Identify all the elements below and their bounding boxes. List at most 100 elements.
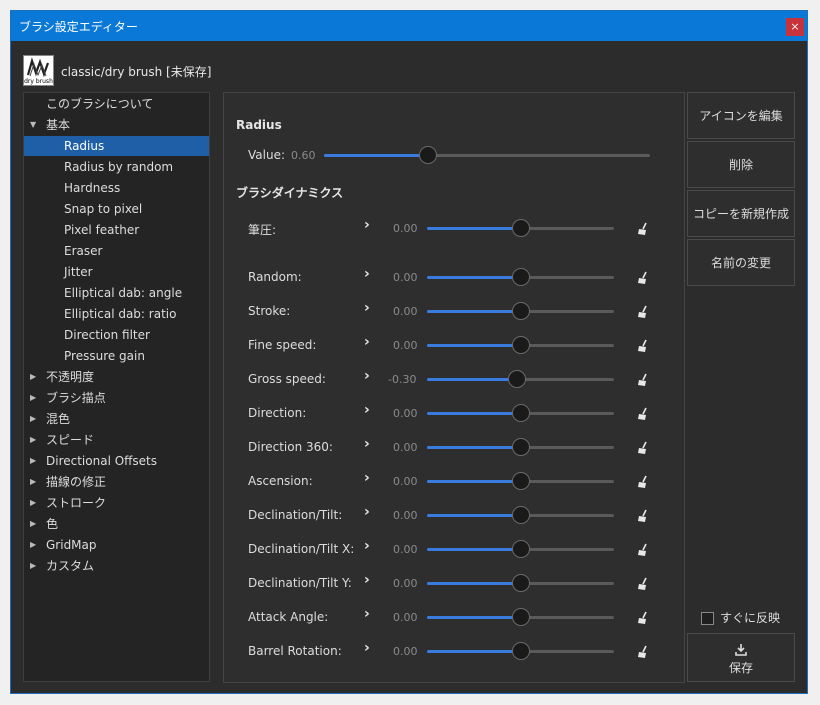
expanded-arrow-icon[interactable]: ▼ xyxy=(30,115,36,135)
dynamics-slider[interactable] xyxy=(427,608,614,626)
dynamics-slider-knob[interactable] xyxy=(512,302,530,320)
tree-item[interactable]: ▶ ストローク xyxy=(24,493,209,513)
radius-section-title: Radius xyxy=(236,118,282,132)
reset-broom-icon[interactable] xyxy=(636,407,650,421)
dynamics-slider-knob[interactable] xyxy=(512,540,530,558)
dynamics-value-text: 0.00 xyxy=(393,543,418,556)
reset-broom-icon[interactable] xyxy=(636,441,650,455)
collapsed-arrow-icon[interactable]: ▶ xyxy=(30,535,36,555)
dynamics-slider-knob[interactable] xyxy=(512,472,530,490)
tree-item[interactable]: Hardness xyxy=(24,178,209,198)
tree-item[interactable]: ▶ GridMap xyxy=(24,535,209,555)
tree-item[interactable]: ▶ ブラシ描点 xyxy=(24,388,209,408)
dynamics-slider[interactable] xyxy=(427,642,614,660)
expand-curve-chevron-icon[interactable]: › xyxy=(364,368,370,384)
tree-item[interactable]: ▶ 不透明度 xyxy=(24,367,209,387)
expand-curve-chevron-icon[interactable]: › xyxy=(364,300,370,316)
tree-item[interactable]: Direction filter xyxy=(24,325,209,345)
instant-apply-box[interactable] xyxy=(701,612,714,625)
radius-slider-knob[interactable] xyxy=(419,146,437,164)
dynamics-slider-knob[interactable] xyxy=(512,404,530,422)
instant-apply-checkbox[interactable]: すぐに反映 xyxy=(701,609,780,626)
tree-item[interactable]: Radius xyxy=(24,136,209,156)
dynamics-slider-knob[interactable] xyxy=(512,642,530,660)
dynamics-slider-knob[interactable] xyxy=(512,574,530,592)
collapsed-arrow-icon[interactable]: ▶ xyxy=(30,472,36,492)
save-button[interactable]: 保存 xyxy=(687,633,795,682)
dynamics-slider-knob[interactable] xyxy=(508,370,526,388)
tree-item[interactable]: ▶ Directional Offsets xyxy=(24,451,209,471)
dynamics-slider[interactable] xyxy=(427,302,614,320)
tree-item[interactable]: Radius by random xyxy=(24,157,209,177)
dynamics-slider[interactable] xyxy=(427,219,614,237)
dynamics-slider-knob[interactable] xyxy=(512,438,530,456)
tree-item[interactable]: Eraser xyxy=(24,241,209,261)
tree-item[interactable]: ▶ 混色 xyxy=(24,409,209,429)
dynamics-slider-knob[interactable] xyxy=(512,219,530,237)
expand-curve-chevron-icon[interactable]: › xyxy=(364,572,370,588)
tree-item[interactable]: ▼ 基本 xyxy=(24,115,209,135)
radius-value-slider[interactable] xyxy=(324,146,650,164)
collapsed-arrow-icon[interactable]: ▶ xyxy=(30,367,36,387)
reset-broom-icon[interactable] xyxy=(636,271,650,285)
dynamics-slider-knob[interactable] xyxy=(512,268,530,286)
edit-icon-button[interactable]: アイコンを編集 xyxy=(687,92,795,139)
tree-item[interactable]: Elliptical dab: ratio xyxy=(24,304,209,324)
expand-curve-chevron-icon[interactable]: › xyxy=(364,334,370,350)
expand-curve-chevron-icon[interactable]: › xyxy=(364,402,370,418)
collapsed-arrow-icon[interactable]: ▶ xyxy=(30,451,36,471)
expand-curve-chevron-icon[interactable]: › xyxy=(364,470,370,486)
collapsed-arrow-icon[interactable]: ▶ xyxy=(30,388,36,408)
dynamics-slider[interactable] xyxy=(427,472,614,490)
reset-broom-icon[interactable] xyxy=(636,645,650,659)
tree-item[interactable]: ▶ 描線の修正 xyxy=(24,472,209,492)
expand-curve-chevron-icon[interactable]: › xyxy=(364,640,370,656)
reset-broom-icon[interactable] xyxy=(636,339,650,353)
reset-broom-icon[interactable] xyxy=(636,475,650,489)
tree-item[interactable]: ▶ 色 xyxy=(24,514,209,534)
rename-button[interactable]: 名前の変更 xyxy=(687,239,795,286)
copy-new-button[interactable]: コピーを新規作成 xyxy=(687,190,795,237)
dynamics-slider-knob[interactable] xyxy=(512,336,530,354)
expand-curve-chevron-icon[interactable]: › xyxy=(364,217,370,233)
collapsed-arrow-icon[interactable]: ▶ xyxy=(30,430,36,450)
tree-item[interactable]: Snap to pixel xyxy=(24,199,209,219)
dynamics-slider[interactable] xyxy=(427,268,614,286)
reset-broom-icon[interactable] xyxy=(636,305,650,319)
tree-item[interactable]: Pixel feather xyxy=(24,220,209,240)
dynamics-slider[interactable] xyxy=(427,336,614,354)
expand-curve-chevron-icon[interactable]: › xyxy=(364,436,370,452)
dynamics-slider-knob[interactable] xyxy=(512,608,530,626)
expand-curve-chevron-icon[interactable]: › xyxy=(364,606,370,622)
collapsed-arrow-icon[interactable]: ▶ xyxy=(30,514,36,534)
dynamics-slider[interactable] xyxy=(427,506,614,524)
collapsed-arrow-icon[interactable]: ▶ xyxy=(30,556,36,576)
collapsed-arrow-icon[interactable]: ▶ xyxy=(30,493,36,513)
tree-item[interactable]: Jitter xyxy=(24,262,209,282)
tree-item[interactable]: ▶ スピード xyxy=(24,430,209,450)
delete-button[interactable]: 削除 xyxy=(687,141,795,188)
reset-broom-icon[interactable] xyxy=(636,611,650,625)
expand-curve-chevron-icon[interactable]: › xyxy=(364,266,370,282)
dynamics-slider[interactable] xyxy=(427,370,614,388)
tree-item[interactable]: このブラシについて xyxy=(24,94,209,114)
tree-item[interactable]: Pressure gain xyxy=(24,346,209,366)
expand-curve-chevron-icon[interactable]: › xyxy=(364,504,370,520)
dynamics-slider[interactable] xyxy=(427,438,614,456)
window-title: ブラシ設定エディター xyxy=(19,20,138,34)
dynamics-slider-knob[interactable] xyxy=(512,506,530,524)
close-button[interactable]: × xyxy=(786,18,804,36)
expand-curve-chevron-icon[interactable]: › xyxy=(364,538,370,554)
reset-broom-icon[interactable] xyxy=(636,222,650,236)
dynamics-input-label: Declination/Tilt X: xyxy=(248,542,355,556)
tree-item[interactable]: Elliptical dab: angle xyxy=(24,283,209,303)
tree-item[interactable]: ▶ カスタム xyxy=(24,556,209,576)
dynamics-slider[interactable] xyxy=(427,574,614,592)
reset-broom-icon[interactable] xyxy=(636,543,650,557)
reset-broom-icon[interactable] xyxy=(636,509,650,523)
reset-broom-icon[interactable] xyxy=(636,373,650,387)
dynamics-slider[interactable] xyxy=(427,404,614,422)
collapsed-arrow-icon[interactable]: ▶ xyxy=(30,409,36,429)
dynamics-slider[interactable] xyxy=(427,540,614,558)
reset-broom-icon[interactable] xyxy=(636,577,650,591)
